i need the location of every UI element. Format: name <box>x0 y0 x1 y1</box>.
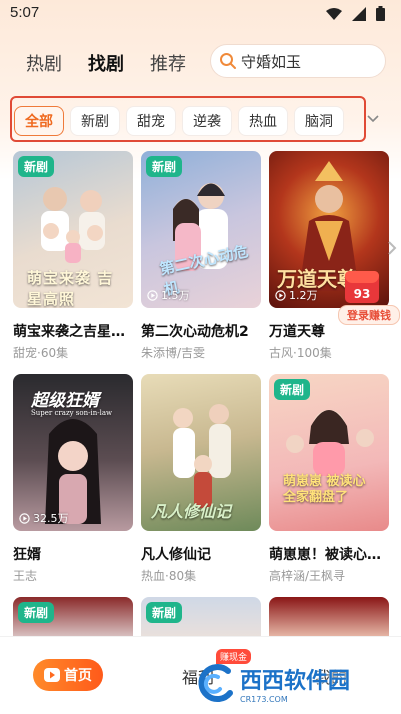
play-icon <box>44 668 60 682</box>
drama-meta: 古风·100集 <box>269 346 332 360</box>
drama-title[interactable]: 萌宝来袭之吉星… <box>13 321 139 341</box>
tab-hot[interactable]: 热剧 <box>26 50 62 76</box>
drama-poster[interactable]: 新剧 萌崽崽 被读心 全家翻盘了 <box>269 374 389 531</box>
chip-all[interactable]: 全部 <box>14 106 64 136</box>
new-badge: 新剧 <box>18 156 55 177</box>
play-count-value: 1.2万 <box>289 289 318 302</box>
drama-poster[interactable]: 新剧 <box>13 597 133 637</box>
search-placeholder: 守婚如玉 <box>241 52 302 71</box>
watermark-url: CR173.COM <box>240 694 288 704</box>
drama-poster[interactable]: 凡人修仙记 <box>141 374 261 531</box>
home-button[interactable]: 首页 <box>33 659 103 691</box>
category-chips: 全部 新剧 甜宠 逆袭 热血 脑洞 <box>14 106 344 136</box>
drama-meta: 热血·80集 <box>141 569 197 583</box>
drama-meta: 高梓涵/王枫寻 <box>269 569 346 583</box>
signal-icon <box>352 6 366 21</box>
drama-meta: 王志 <box>13 569 38 583</box>
status-bar: 5:07 <box>0 0 401 28</box>
status-time: 5:07 <box>10 4 40 21</box>
play-icon <box>19 512 30 524</box>
new-badge: 新剧 <box>146 602 183 623</box>
drama-title[interactable]: 凡人修仙记 <box>141 544 267 564</box>
drama-poster[interactable]: 超级狂婿 Super crazy son-in-law 32.5万 <box>13 374 133 531</box>
chip-action[interactable]: 热血 <box>238 106 288 136</box>
drama-title[interactable]: 狂婿 <box>13 544 139 564</box>
play-count: 1.2万 <box>275 287 318 303</box>
search-box[interactable]: 守婚如玉 <box>210 44 386 78</box>
red-packet-icon[interactable]: 93 <box>345 271 379 303</box>
drama-poster[interactable]: 新剧 第二次心动危机 1.5万 <box>141 151 261 308</box>
home-label: 首页 <box>64 668 92 684</box>
status-icons <box>326 6 385 21</box>
drama-poster[interactable]: 万道天尊 93 1.2万 <box>269 151 389 308</box>
top-navigation: 热剧 找剧 推荐 守婚如玉 <box>0 40 401 84</box>
chevron-right-icon[interactable] <box>386 240 398 256</box>
chip-new[interactable]: 新剧 <box>70 106 120 136</box>
drama-poster[interactable]: 新剧 萌宝来袭 吉星高照 <box>13 151 133 308</box>
poster-title-text: 凡人修仙记 <box>151 502 232 521</box>
drama-title[interactable]: 第二次心动危机2 <box>141 321 267 341</box>
tab-recommend[interactable]: 推荐 <box>150 50 186 76</box>
drama-meta: 朱添博/吉雯 <box>141 346 206 360</box>
battery-icon <box>376 6 385 21</box>
chip-fantasy[interactable]: 脑洞 <box>294 106 344 136</box>
search-icon <box>220 53 236 69</box>
watermark: 西西软件园 CR173.COM <box>196 660 386 706</box>
chip-comeback[interactable]: 逆袭 <box>182 106 232 136</box>
poster-title-text: 萌崽崽 被读心 全家翻盘了 <box>283 474 366 505</box>
play-count: 32.5万 <box>19 510 69 526</box>
watermark-brand: 西西软件园 <box>240 668 351 694</box>
play-count-value: 32.5万 <box>33 512 69 525</box>
poster-subtitle-text: Super crazy son-in-law <box>31 409 113 417</box>
drama-title[interactable]: 萌崽崽！被读心… <box>269 544 395 564</box>
watermark-logo-icon <box>198 664 233 703</box>
play-count-value: 1.5万 <box>161 289 190 302</box>
drama-title[interactable]: 万道天尊 <box>269 321 395 341</box>
drama-poster[interactable] <box>269 597 389 637</box>
new-badge: 新剧 <box>18 602 55 623</box>
poster-title-text: 萌宝来袭 吉星高照 <box>27 269 114 308</box>
tab-find[interactable]: 找剧 <box>88 50 124 76</box>
poster-title-text: 超级狂婿 <box>31 391 99 411</box>
chevron-down-icon[interactable] <box>366 112 380 126</box>
new-badge: 新剧 <box>274 379 311 400</box>
play-icon <box>275 289 286 301</box>
play-count: 1.5万 <box>147 287 190 303</box>
drama-meta: 甜宠·60集 <box>13 346 69 360</box>
chip-sweet[interactable]: 甜宠 <box>126 106 176 136</box>
red-packet-value: 93 <box>353 287 371 301</box>
wifi-icon <box>326 7 342 20</box>
new-badge: 新剧 <box>146 156 183 177</box>
drama-poster[interactable]: 新剧 <box>141 597 261 637</box>
play-icon <box>147 289 158 301</box>
